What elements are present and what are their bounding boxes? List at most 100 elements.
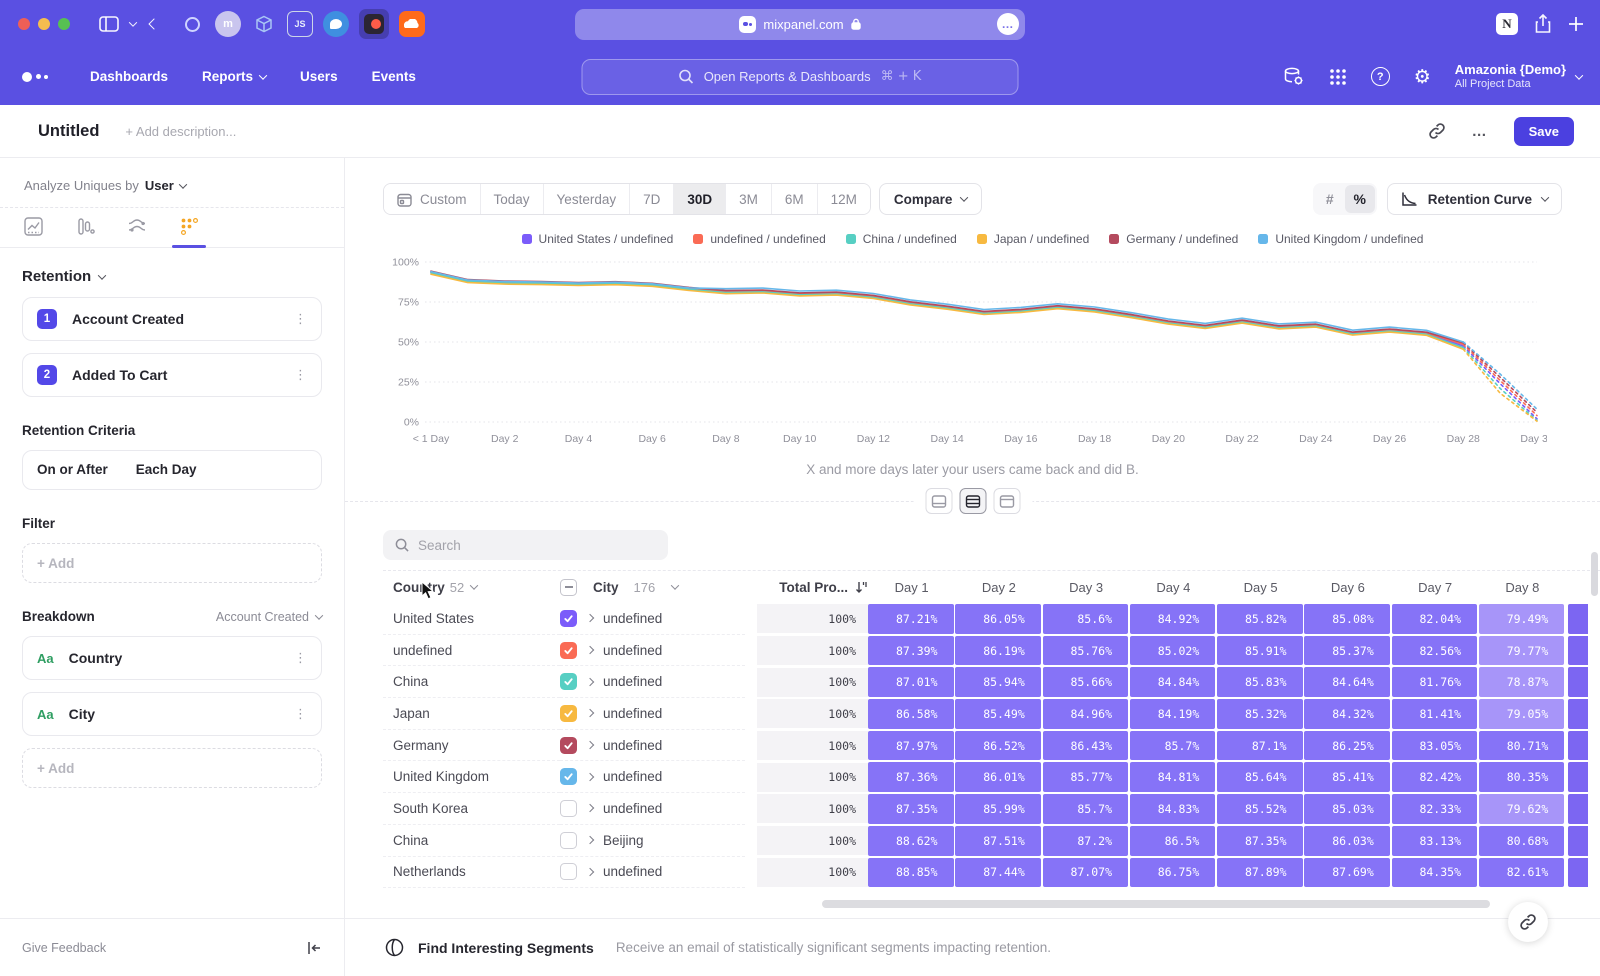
legend-item[interactable]: Japan / undefined [977, 232, 1089, 246]
page-options-button[interactable]: … [997, 13, 1019, 35]
more-options-icon[interactable]: ⋮ [294, 368, 307, 383]
select-all-checkbox[interactable] [560, 579, 577, 596]
expand-row-icon[interactable] [586, 804, 594, 812]
segment-checkbox-checked[interactable] [560, 768, 577, 785]
breakdown-property-card[interactable]: AaCountry⋮ [22, 636, 322, 680]
table-row[interactable]: Netherlandsundefined100%88.85%87.44%87.0… [383, 857, 1600, 889]
view-table-only-button[interactable] [993, 488, 1020, 514]
range-custom[interactable]: Custom [384, 184, 481, 214]
browser-extension-icon[interactable]: m [215, 11, 241, 37]
tab-funnels[interactable] [64, 217, 106, 247]
range-7d[interactable]: 7D [630, 184, 674, 214]
share-icon[interactable] [1534, 14, 1552, 34]
day-column-header[interactable]: Day 7 [1392, 580, 1479, 595]
nav-item-dashboards[interactable]: Dashboards [90, 69, 168, 84]
help-icon[interactable]: ? [1371, 67, 1390, 86]
table-search-input[interactable]: Search [383, 530, 668, 560]
add-breakdown-button[interactable]: + Add [22, 748, 322, 788]
nav-item-users[interactable]: Users [300, 69, 338, 84]
expand-row-icon[interactable] [586, 677, 594, 685]
unit-percent-button[interactable]: % [1345, 185, 1375, 213]
range-30d[interactable]: 30D [674, 184, 726, 214]
legend-item[interactable]: China / undefined [846, 232, 957, 246]
retention-step-card[interactable]: 1Account Created⋮ [22, 297, 322, 341]
criteria-value[interactable]: Each Day [136, 462, 197, 477]
range-today[interactable]: Today [481, 184, 544, 214]
day-column-header[interactable]: Day 4 [1130, 580, 1217, 595]
table-row[interactable]: undefinedundefined100%87.39%86.19%85.76%… [383, 635, 1600, 667]
total-column-header[interactable]: Total Pro... [745, 580, 868, 595]
day-column-header[interactable]: Day 8 [1479, 580, 1566, 595]
city-column-header[interactable]: City 176 [560, 579, 745, 596]
criteria-value[interactable]: On or After [37, 462, 108, 477]
browser-extension-icon[interactable] [323, 11, 349, 37]
range-6m[interactable]: 6M [772, 184, 818, 214]
expand-row-icon[interactable] [586, 868, 594, 876]
maximize-window-button[interactable] [58, 18, 70, 30]
browser-extension-icon[interactable] [399, 11, 425, 37]
mixpanel-logo[interactable] [22, 72, 48, 82]
segment-checkbox-checked[interactable] [560, 705, 577, 722]
project-switcher[interactable]: Amazonia {Demo}All Project Data [1455, 62, 1582, 92]
more-options-button[interactable]: … [1472, 123, 1488, 140]
tab-flows[interactable] [116, 217, 158, 247]
save-button[interactable]: Save [1514, 117, 1574, 146]
segment-checkbox-unchecked[interactable] [560, 800, 577, 817]
more-options-icon[interactable]: ⋮ [294, 707, 307, 722]
table-row[interactable]: ChinaBeijing100%88.62%87.51%87.2%86.5%87… [383, 825, 1600, 857]
compare-button[interactable]: Compare [879, 183, 983, 215]
view-chart-only-button[interactable] [925, 488, 952, 514]
range-3m[interactable]: 3M [726, 184, 772, 214]
retention-section-header[interactable]: Retention [22, 268, 322, 285]
collapse-sidebar-icon[interactable] [307, 941, 322, 955]
table-row[interactable]: Chinaundefined100%87.01%85.94%85.66%84.8… [383, 666, 1600, 698]
breakdown-event-dropdown[interactable]: Account Created [216, 610, 322, 624]
back-button[interactable] [150, 20, 158, 28]
table-row[interactable]: Japanundefined100%86.58%85.49%84.96%84.1… [383, 698, 1600, 730]
table-row[interactable]: United Kingdomundefined100%87.36%86.01%8… [383, 761, 1600, 793]
global-search-button[interactable]: Open Reports & Dashboards ⌘ + K [582, 59, 1019, 95]
find-segments-title[interactable]: Find Interesting Segments [418, 940, 594, 956]
segment-checkbox-checked[interactable] [560, 610, 577, 627]
country-column-header[interactable]: Country 52 [383, 580, 560, 595]
segment-checkbox-checked[interactable] [560, 737, 577, 754]
unit-absolute-button[interactable]: # [1315, 185, 1345, 213]
view-split-button[interactable] [959, 488, 986, 514]
expand-row-icon[interactable] [586, 614, 594, 622]
more-options-icon[interactable]: ⋮ [294, 312, 307, 327]
new-tab-icon[interactable] [1568, 16, 1584, 32]
vertical-scrollbar[interactable] [1591, 552, 1598, 596]
legend-item[interactable]: United States / undefined [522, 232, 674, 246]
day-column-header[interactable]: Day 2 [955, 580, 1042, 595]
chevron-down-icon[interactable] [130, 21, 136, 27]
browser-extension-icon[interactable]: JS [287, 11, 313, 37]
horizontal-scrollbar[interactable] [822, 900, 1490, 908]
table-row[interactable]: South Koreaundefined100%87.35%85.99%85.7… [383, 793, 1600, 825]
notion-extension-icon[interactable]: N [1496, 13, 1518, 35]
nav-item-reports[interactable]: Reports [202, 69, 266, 84]
more-options-icon[interactable]: ⋮ [294, 651, 307, 666]
browser-sidebar-icon[interactable] [99, 16, 119, 32]
nav-item-events[interactable]: Events [372, 69, 416, 84]
breakdown-property-card[interactable]: AaCity⋮ [22, 692, 322, 736]
add-description-button[interactable]: + Add description... [125, 124, 236, 139]
apps-grid-icon[interactable] [1329, 68, 1347, 86]
browser-extension-icon[interactable] [359, 9, 389, 39]
retention-step-card[interactable]: 2Added To Cart⋮ [22, 353, 322, 397]
legend-item[interactable]: Germany / undefined [1109, 232, 1238, 246]
close-window-button[interactable] [18, 18, 30, 30]
settings-gear-icon[interactable]: ⚙ [1414, 66, 1431, 88]
report-title[interactable]: Untitled [38, 122, 99, 141]
segment-checkbox-unchecked[interactable] [560, 863, 577, 880]
expand-row-icon[interactable] [586, 741, 594, 749]
tab-insights[interactable] [12, 217, 54, 247]
expand-row-icon[interactable] [586, 709, 594, 717]
range-yesterday[interactable]: Yesterday [544, 184, 631, 214]
expand-row-icon[interactable] [586, 646, 594, 654]
browser-extension-icon[interactable] [251, 11, 277, 37]
chart-type-dropdown[interactable]: Retention Curve [1387, 183, 1562, 215]
share-link-floating-button[interactable] [1508, 902, 1548, 942]
day-column-header[interactable]: Day 5 [1217, 580, 1304, 595]
day-column-header[interactable]: Day 3 [1043, 580, 1130, 595]
tab-retention[interactable] [168, 217, 210, 247]
